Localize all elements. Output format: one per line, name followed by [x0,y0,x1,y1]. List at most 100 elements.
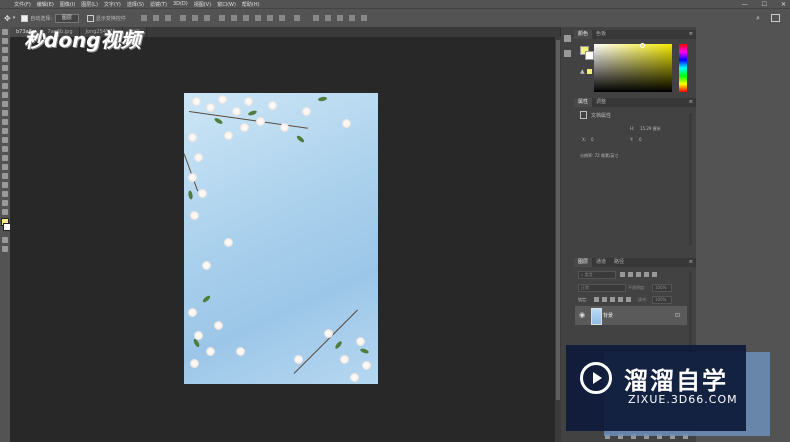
lock-artboard-icon[interactable] [618,297,623,302]
menu-type[interactable]: 文字(Y) [104,1,121,8]
tab-properties[interactable]: 属性 [574,98,593,107]
align-right-icon[interactable] [203,15,210,21]
move-tool-icon[interactable]: ✥ [4,14,11,23]
color-field[interactable] [594,44,672,92]
lock-position-icon[interactable] [610,297,615,302]
history-panel-icon[interactable] [564,35,571,42]
color-picker-cursor[interactable] [640,43,645,48]
menu-file[interactable]: 文件(F) [14,1,31,8]
brush-tool-icon[interactable] [2,92,8,98]
auto-select-checkbox[interactable] [21,14,29,22]
menu-filter[interactable]: 滤镜(T) [150,1,167,8]
align-top-icon[interactable] [140,15,147,21]
more-tools-icon[interactable] [2,209,8,215]
maximize-button[interactable]: ☐ [762,1,767,8]
distribute-left-icon[interactable] [254,15,261,21]
menu-help[interactable]: 帮助(H) [242,1,260,8]
shape-tool-icon[interactable] [2,182,8,188]
3d-orbit-icon[interactable] [312,15,319,21]
align-center-icon[interactable] [191,15,198,21]
eyedropper-tool-icon[interactable] [2,74,8,80]
tool-preset-chevron-icon[interactable]: ▾ [13,15,16,21]
panel-menu-icon[interactable]: ≡ [689,259,693,265]
layer-kind-filter[interactable]: ⌕ 类型 [578,271,616,279]
panel-menu-icon[interactable]: ≡ [689,31,693,37]
y-value[interactable]: 0 [639,137,642,142]
show-transform-checkbox[interactable] [86,14,94,22]
distribute-center-icon[interactable] [266,15,273,21]
filter-pixel-icon[interactable] [620,272,625,277]
filter-type-icon[interactable] [636,272,641,277]
3d-scale-icon[interactable] [360,15,367,21]
fill-field[interactable]: 100% [652,296,672,304]
blend-mode-dropdown[interactable]: 正常 [578,284,626,292]
tab-paths[interactable]: 路径 [610,258,628,267]
menu-view[interactable]: 视图(V) [194,1,211,8]
lasso-tool-icon[interactable] [2,47,8,53]
gamut-color-swatch[interactable] [587,69,592,74]
quick-select-tool-icon[interactable] [2,56,8,62]
minimize-button[interactable]: — [742,1,748,8]
lock-pixels-icon[interactable] [602,297,607,302]
menu-edit[interactable]: 编辑(E) [37,1,54,8]
zoom-tool-icon[interactable] [2,200,8,206]
tab-color[interactable]: 颜色 [574,30,593,39]
menu-image[interactable]: 图像(I) [60,1,75,8]
auto-select-dropdown[interactable]: 图层 [54,13,79,23]
pen-tool-icon[interactable] [2,155,8,161]
distribute-bottom-icon[interactable] [242,15,249,21]
3d-drag-icon[interactable] [336,15,343,21]
menu-select[interactable]: 选择(S) [127,1,144,8]
filter-adjustment-icon[interactable] [628,272,633,277]
menu-3d[interactable]: 3D(D) [173,1,188,7]
hue-slider[interactable] [679,44,687,92]
marquee-tool-icon[interactable] [2,38,8,44]
filter-shape-icon[interactable] [644,272,649,277]
panel-menu-icon[interactable]: ≡ [689,99,693,105]
3d-roll-icon[interactable] [324,15,331,21]
dodge-tool-icon[interactable] [2,146,8,152]
filter-smart-object-icon[interactable] [652,272,657,277]
scrollbar-thumb[interactable] [556,40,560,400]
screen-mode-icon[interactable] [2,246,8,252]
healing-brush-tool-icon[interactable] [2,83,8,89]
auto-align-icon[interactable] [293,15,300,21]
align-bottom-icon[interactable] [164,15,171,21]
opacity-field[interactable]: 100% [652,284,672,292]
menu-layer[interactable]: 图层(L) [81,1,98,8]
align-middle-icon[interactable] [152,15,159,21]
blur-tool-icon[interactable] [2,137,8,143]
gradient-tool-icon[interactable] [2,128,8,134]
distribute-right-icon[interactable] [278,15,285,21]
eye-icon[interactable]: ◉ [579,311,585,319]
distribute-top-icon[interactable] [218,15,225,21]
properties-scrollbar[interactable] [689,113,692,245]
clone-stamp-tool-icon[interactable] [2,101,8,107]
document-canvas-image[interactable] [184,93,378,384]
lock-transparent-icon[interactable] [594,297,599,302]
close-button[interactable]: ✕ [781,1,786,8]
lock-all-icon[interactable] [626,297,631,302]
distribute-middle-icon[interactable] [230,15,237,21]
3d-slide-icon[interactable] [348,15,355,21]
layer-name[interactable]: 背景 [603,312,613,319]
align-left-icon[interactable] [179,15,186,21]
x-value[interactable]: 0 [591,137,594,142]
height-value[interactable]: 15.29 厘米 [640,126,661,132]
tab-adjustments[interactable]: 调整 [592,98,610,107]
history-brush-tool-icon[interactable] [2,110,8,116]
search-icon[interactable]: ⌕ [756,14,760,23]
type-tool-icon[interactable] [2,164,8,170]
tab-channels[interactable]: 通道 [592,258,610,267]
hand-tool-icon[interactable] [2,191,8,197]
workspace-icon[interactable] [771,14,780,22]
menu-window[interactable]: 窗口(W) [217,1,236,8]
tab-layers[interactable]: 图层 [574,258,593,267]
crop-tool-icon[interactable] [2,65,8,71]
quick-mask-icon[interactable] [2,237,8,243]
path-select-tool-icon[interactable] [2,173,8,179]
info-panel-icon[interactable] [564,50,571,57]
background-color-swatch[interactable] [585,51,594,60]
move-tool-icon[interactable] [2,29,8,35]
eraser-tool-icon[interactable] [2,119,8,125]
